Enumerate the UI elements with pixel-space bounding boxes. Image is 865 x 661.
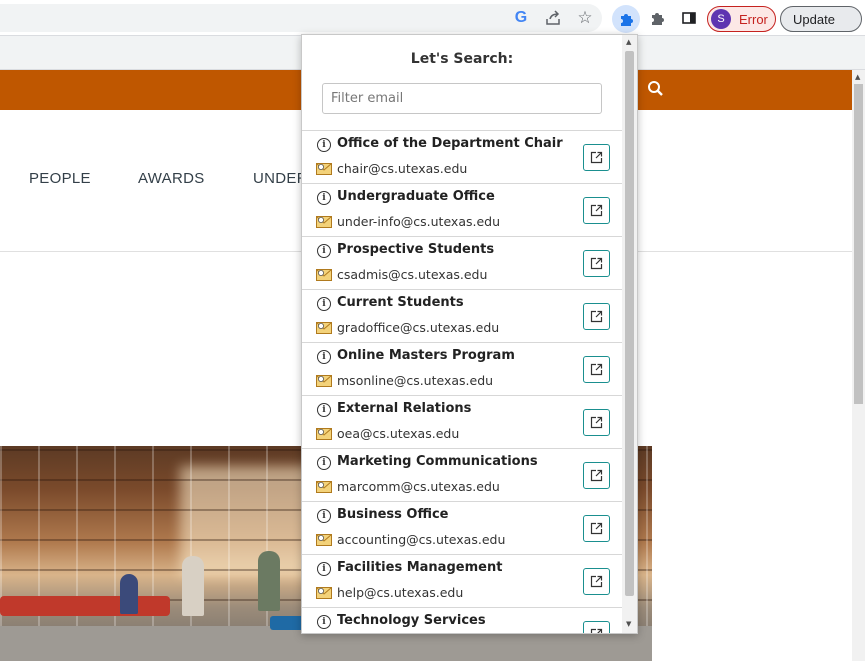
info-icon[interactable]: i	[317, 244, 331, 258]
profile-status: Error	[739, 11, 768, 27]
contact-email: oea@cs.utexas.edu	[337, 426, 460, 441]
contact-list: i Office of the Department Chair chair@cs.…	[302, 130, 622, 633]
info-icon[interactable]: i	[317, 615, 331, 629]
envelope-icon	[316, 375, 332, 387]
page-scrollbar-thumb[interactable]	[854, 84, 863, 404]
contact-row: i Office of the Department Chair chair@cs.…	[302, 130, 622, 183]
contact-email: gradoffice@cs.utexas.edu	[337, 320, 500, 335]
page-scrollbar[interactable]: ▲	[852, 70, 865, 661]
side-panel-icon[interactable]	[677, 6, 701, 30]
external-link-icon	[590, 575, 603, 588]
external-link-icon	[590, 151, 603, 164]
contact-name: Facilities Management	[337, 560, 503, 575]
envelope-icon	[316, 216, 332, 228]
contact-name: Office of the Department Chair	[337, 136, 563, 151]
envelope-icon	[316, 322, 332, 334]
contact-name: Undergraduate Office	[337, 189, 495, 204]
info-icon[interactable]: i	[317, 350, 331, 364]
info-icon[interactable]: i	[317, 191, 331, 205]
contact-email: help@cs.utexas.edu	[337, 585, 464, 600]
update-button[interactable]: Update	[780, 6, 862, 32]
contact-name: Marketing Communications	[337, 454, 538, 469]
contact-row: i Technology Services	[302, 607, 622, 633]
open-email-button[interactable]	[583, 144, 610, 171]
contact-email: csadmis@cs.utexas.edu	[337, 267, 488, 282]
popup-scrollbar-thumb[interactable]	[625, 51, 634, 596]
contact-name: Online Masters Program	[337, 348, 515, 363]
envelope-icon	[316, 481, 332, 493]
contact-email: under-info@cs.utexas.edu	[337, 214, 501, 229]
nav-awards[interactable]: AWARDS	[138, 170, 205, 187]
contact-row: i Undergraduate Office under-info@cs.utexa…	[302, 183, 622, 236]
open-email-button[interactable]	[583, 303, 610, 330]
external-link-icon	[590, 469, 603, 482]
info-icon[interactable]: i	[317, 562, 331, 576]
filter-email-input[interactable]	[322, 83, 602, 114]
external-link-icon	[590, 310, 603, 323]
external-link-icon	[590, 363, 603, 376]
envelope-icon	[316, 534, 332, 546]
contact-row: i Online Masters Program msonline@cs.utexa…	[302, 342, 622, 395]
open-email-button[interactable]	[583, 197, 610, 224]
open-email-button[interactable]	[583, 409, 610, 436]
open-email-button[interactable]	[583, 621, 610, 633]
contact-row: i Marketing Communications marcomm@cs.utex…	[302, 448, 622, 501]
open-email-button[interactable]	[583, 568, 610, 595]
popup-scrollbar[interactable]: ▲ ▼	[622, 35, 637, 633]
contact-row: i Prospective Students csadmis@cs.utexas.e…	[302, 236, 622, 289]
popup-title: Let's Search:	[410, 51, 514, 67]
external-link-icon	[590, 204, 603, 217]
open-email-button[interactable]	[583, 250, 610, 277]
contact-name: Technology Services	[337, 613, 486, 628]
contact-email: msonline@cs.utexas.edu	[337, 373, 494, 388]
open-email-button[interactable]	[583, 515, 610, 542]
contact-name: Current Students	[337, 295, 464, 310]
active-extension-icon[interactable]	[612, 5, 640, 33]
scroll-up-arrow-icon[interactable]: ▲	[626, 38, 631, 46]
extension-popup: Let's Search: i Office of the Department …	[301, 34, 638, 634]
contact-name: Prospective Students	[337, 242, 495, 257]
external-link-icon	[590, 628, 603, 633]
contact-email: marcomm@cs.utexas.edu	[337, 479, 500, 494]
info-icon[interactable]: i	[317, 138, 331, 152]
site-search-icon[interactable]	[646, 79, 666, 99]
contact-name: Business Office	[337, 507, 449, 522]
envelope-icon	[316, 269, 332, 281]
contact-email: accounting@cs.utexas.edu	[337, 532, 506, 547]
contact-row: i Facilities Management help@cs.utexas.edu	[302, 554, 622, 607]
google-lens-icon[interactable]: G	[509, 6, 533, 30]
external-link-icon	[590, 416, 603, 429]
browser-toolbar: G ☆ S Error Update	[0, 0, 865, 36]
open-email-button[interactable]	[583, 356, 610, 383]
envelope-icon	[316, 428, 332, 440]
envelope-icon	[316, 587, 332, 599]
nav-undergraduate[interactable]: UNDER	[253, 170, 308, 187]
envelope-icon	[316, 163, 332, 175]
contact-row: i Business Office accounting@cs.utexas.edu	[302, 501, 622, 554]
nav-people[interactable]: PEOPLE	[29, 170, 91, 187]
contact-row: i External Relations oea@cs.utexas.edu	[302, 395, 622, 448]
bookmark-star-icon[interactable]: ☆	[573, 6, 597, 30]
external-link-icon	[590, 257, 603, 270]
contact-row: i Current Students gradoffice@cs.utexas.ed…	[302, 289, 622, 342]
avatar: S	[711, 9, 731, 29]
profile-button[interactable]: S Error	[707, 6, 776, 32]
info-icon[interactable]: i	[317, 456, 331, 470]
scroll-down-arrow-icon[interactable]: ▼	[626, 620, 631, 628]
scroll-up-arrow-icon[interactable]: ▲	[855, 73, 860, 81]
contact-email: chair@cs.utexas.edu	[337, 161, 468, 176]
info-icon[interactable]: i	[317, 509, 331, 523]
contact-name: External Relations	[337, 401, 472, 416]
open-email-button[interactable]	[583, 462, 610, 489]
extensions-puzzle-icon[interactable]	[645, 6, 669, 30]
info-icon[interactable]: i	[317, 403, 331, 417]
share-icon[interactable]	[541, 6, 565, 30]
external-link-icon	[590, 522, 603, 535]
info-icon[interactable]: i	[317, 297, 331, 311]
